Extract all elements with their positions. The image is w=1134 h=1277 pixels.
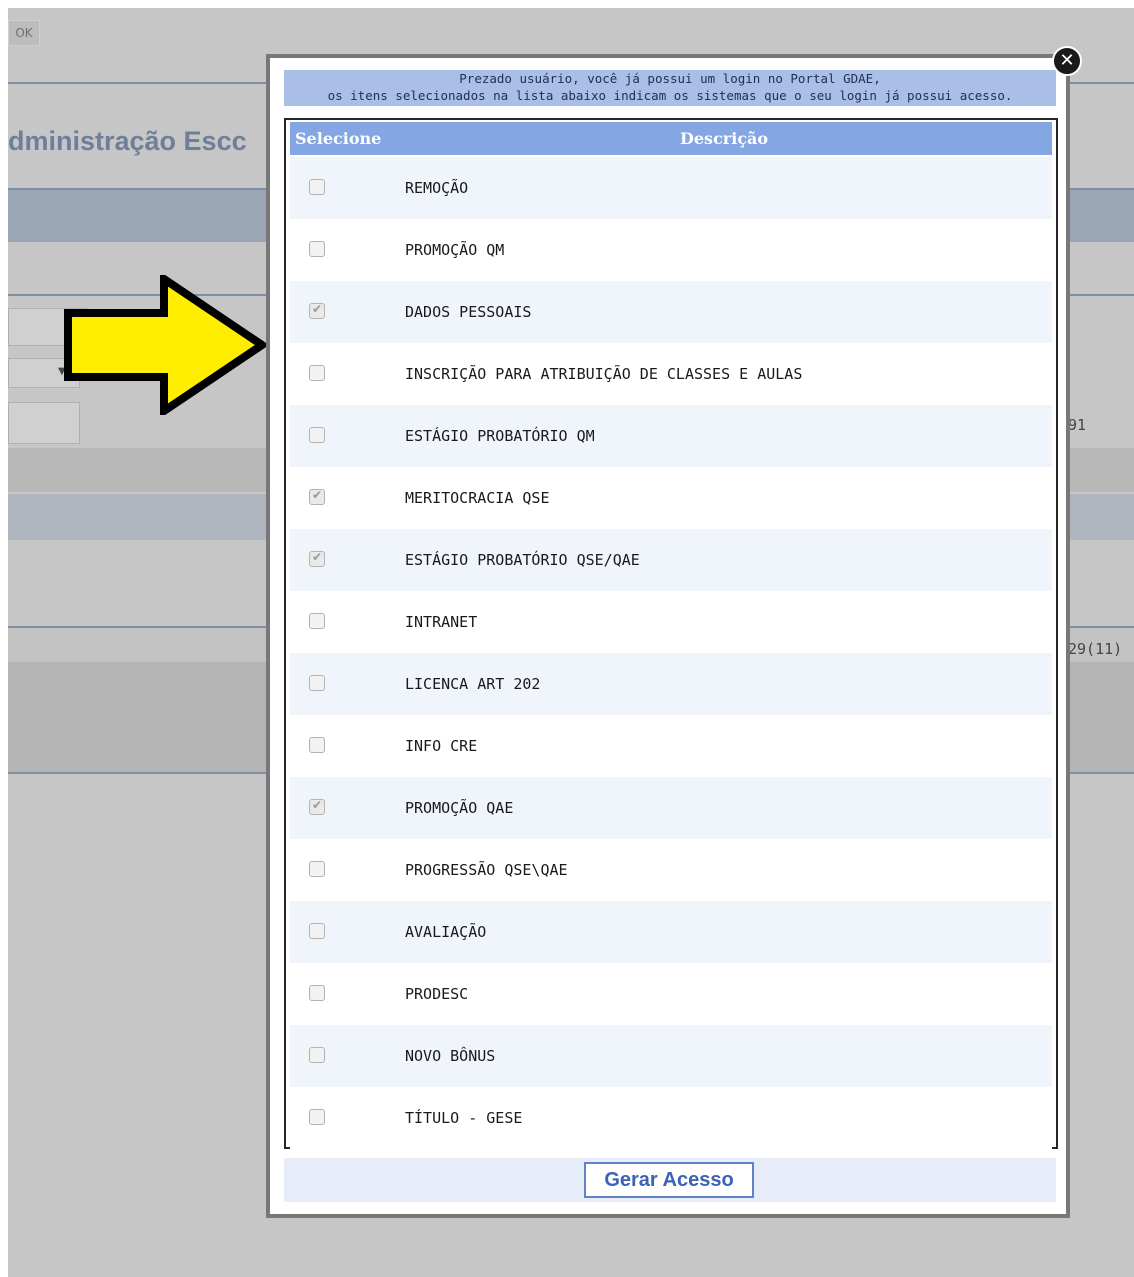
row-description: AVALIAÇÃO [405, 923, 487, 941]
table-row: PRODESC [290, 963, 1052, 1025]
row-checkbox[interactable] [309, 1109, 325, 1125]
table-row: TÍTULO - GESE [290, 1087, 1052, 1149]
row-description: MERITOCRACIA QSE [405, 489, 550, 507]
row-checkbox[interactable] [309, 613, 325, 629]
table-header: Selecione Descrição [290, 122, 1052, 155]
table-row: ESTÁGIO PROBATÓRIO QM [290, 405, 1052, 467]
row-description: NOVO BÔNUS [405, 1047, 496, 1065]
row-checkbox[interactable]: ✔ [309, 550, 325, 567]
generate-access-button[interactable]: Gerar Acesso [584, 1162, 754, 1198]
notice-message: Prezado usuário, você já possui um login… [284, 70, 1056, 106]
notice-line-2: os itens selecionados na lista abaixo in… [327, 88, 1013, 103]
row-description: LICENCA ART 202 [405, 675, 541, 693]
page-title: dministração Escc [8, 126, 247, 156]
systems-table: Selecione Descrição REMOÇÃO PROMOÇÃO QM ✔ D… [284, 118, 1058, 1149]
table-body: REMOÇÃO PROMOÇÃO QM ✔ DADOS PESSOAIS INSCRIÇ… [290, 157, 1052, 1149]
table-row: INFO CRE [290, 715, 1052, 777]
row-checkbox[interactable] [309, 179, 325, 195]
row-description: PRODESC [405, 985, 469, 1003]
row-description: INSCRIÇÃO PARA ATRIBUIÇÃO DE CLASSES E A… [405, 365, 803, 383]
row-checkbox[interactable]: ✔ [309, 488, 325, 505]
row-checkbox[interactable] [309, 675, 325, 691]
row-description: ESTÁGIO PROBATÓRIO QM [405, 427, 595, 445]
table-row: ✔ PROMOÇÃO QAE [290, 777, 1052, 839]
row-checkbox[interactable] [309, 923, 325, 939]
table-row: AVALIAÇÃO [290, 901, 1052, 963]
row-description: DADOS PESSOAIS [405, 303, 532, 321]
table-row: INSCRIÇÃO PARA ATRIBUIÇÃO DE CLASSES E A… [290, 343, 1052, 405]
row-description: INTRANET [405, 613, 478, 631]
checkmark-icon: ✔ [312, 302, 323, 316]
notice-line-1: Prezado usuário, você já possui um login… [459, 71, 881, 86]
column-header-select: Selecione [295, 129, 382, 148]
table-row: PROGRESSÃO QSE\QAE [290, 839, 1052, 901]
row-checkbox[interactable] [309, 985, 325, 1001]
table-row: ✔ MERITOCRACIA QSE [290, 467, 1052, 529]
table-row: INTRANET [290, 591, 1052, 653]
table-row: PROMOÇÃO QM [290, 219, 1052, 281]
checkmark-icon: ✔ [312, 798, 323, 812]
row-checkbox[interactable] [309, 1047, 325, 1063]
table-row: ✔ DADOS PESSOAIS [290, 281, 1052, 343]
row-description: PROMOÇÃO QAE [405, 799, 514, 817]
column-header-description: Descrição [680, 129, 769, 148]
row-checkbox[interactable] [309, 365, 325, 381]
row-description: PROGRESSÃO QSE\QAE [405, 861, 568, 879]
row-description: REMOÇÃO [405, 179, 469, 197]
table-row: NOVO BÔNUS [290, 1025, 1052, 1087]
row-description: TÍTULO - GESE [405, 1109, 523, 1127]
dialog-footer: Gerar Acesso [284, 1158, 1056, 1202]
row-checkbox[interactable] [309, 737, 325, 753]
row-description: PROMOÇÃO QM [405, 241, 505, 259]
checkmark-icon: ✔ [312, 550, 323, 564]
row-checkbox[interactable] [309, 427, 325, 443]
row-checkbox[interactable] [309, 861, 325, 877]
row-checkbox[interactable] [309, 241, 325, 257]
table-row: ✔ ESTÁGIO PROBATÓRIO QSE/QAE [290, 529, 1052, 591]
row-checkbox[interactable]: ✔ [309, 302, 325, 319]
row-checkbox[interactable]: ✔ [309, 798, 325, 815]
ok-button[interactable]: OK [8, 20, 40, 46]
table-row: REMOÇÃO [290, 157, 1052, 219]
access-dialog: Prezado usuário, você já possui um login… [266, 54, 1070, 1218]
field-value: 29(11) [1068, 640, 1123, 658]
field-value: 91 [1068, 416, 1087, 434]
checkmark-icon: ✔ [312, 488, 323, 502]
close-icon[interactable]: ✕ [1052, 46, 1082, 76]
table-row: LICENCA ART 202 [290, 653, 1052, 715]
row-description: INFO CRE [405, 737, 478, 755]
row-description: ESTÁGIO PROBATÓRIO QSE/QAE [405, 551, 640, 569]
arrow-right-icon [64, 275, 270, 415]
